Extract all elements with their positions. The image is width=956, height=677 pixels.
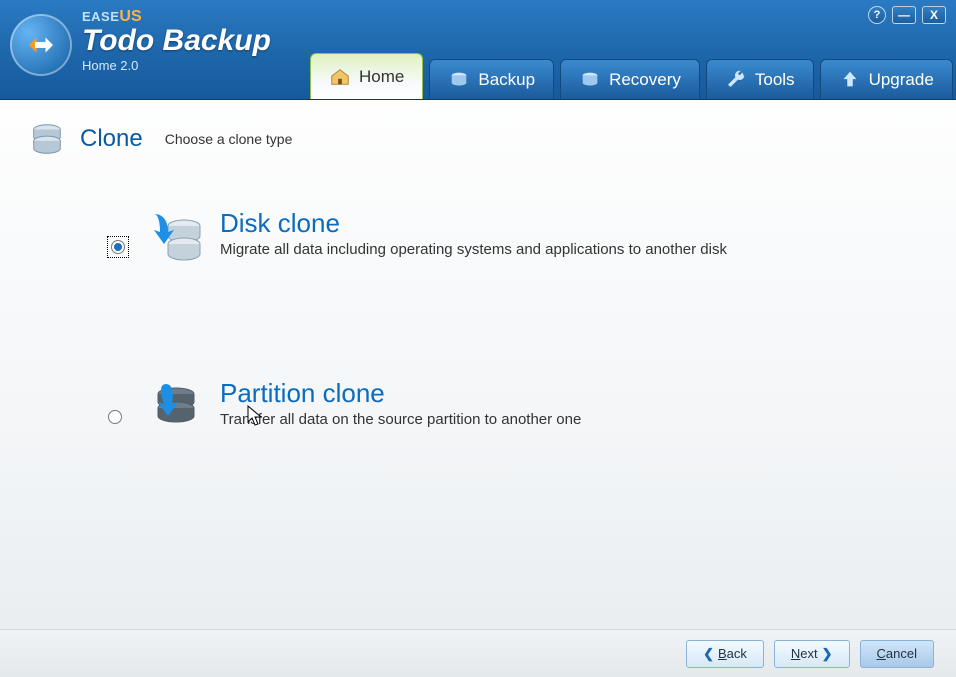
option-partition-clone[interactable]: Partition clone Transfer all data on the…: [108, 378, 928, 438]
option-title: Disk clone: [220, 208, 727, 239]
stacked-disks-icon: [28, 120, 66, 158]
tab-label: Backup: [478, 70, 535, 90]
next-button[interactable]: Next ❯: [774, 640, 850, 668]
option-disk-clone[interactable]: Disk clone Migrate all data including op…: [108, 208, 928, 268]
tab-tools[interactable]: Tools: [706, 59, 814, 99]
chevron-left-icon: ❮: [703, 646, 714, 662]
tab-label: Home: [359, 67, 404, 87]
option-title: Partition clone: [220, 378, 581, 409]
clone-options: Disk clone Migrate all data including op…: [108, 208, 928, 438]
tab-backup[interactable]: Backup: [429, 59, 554, 99]
option-desc: Transfer all data on the source partitio…: [220, 411, 581, 428]
page-subtitle: Choose a clone type: [165, 131, 293, 147]
disk-clone-radio[interactable]: [111, 240, 125, 254]
disk-clone-icon: [144, 208, 204, 268]
window-controls: ? — X: [868, 6, 946, 24]
wrench-icon: [725, 69, 747, 91]
tab-home[interactable]: Home: [310, 53, 423, 99]
page-header: Clone Choose a clone type: [28, 120, 928, 158]
cancel-button[interactable]: Cancel: [860, 640, 934, 668]
sync-arrows-icon: [23, 27, 59, 63]
brand-us: US: [119, 8, 141, 25]
brand-version: Home 2.0: [82, 58, 271, 73]
brand-ease: EASE: [82, 9, 119, 24]
radio-holder: [108, 237, 128, 257]
main-tabs: Home Backup Recovery Tools Upgrade: [310, 49, 948, 99]
close-button[interactable]: X: [922, 6, 946, 24]
tab-label: Recovery: [609, 70, 681, 90]
disk-icon: [448, 69, 470, 91]
tab-recovery[interactable]: Recovery: [560, 59, 700, 99]
app-logo: [10, 14, 72, 76]
page-title: Clone: [80, 125, 143, 153]
tab-label: Tools: [755, 70, 795, 90]
back-button[interactable]: ❮ Back: [686, 640, 764, 668]
radio-holder: [108, 410, 128, 430]
minimize-button[interactable]: —: [892, 6, 916, 24]
app-banner: EASEUS Todo Backup Home 2.0 ? — X Home B…: [0, 0, 956, 100]
tab-upgrade[interactable]: Upgrade: [820, 59, 953, 99]
tab-label: Upgrade: [869, 70, 934, 90]
chevron-right-icon: ❯: [822, 646, 833, 662]
option-desc: Migrate all data including operating sys…: [220, 241, 727, 258]
main-panel: Clone Choose a clone type Disk clone Mig…: [0, 100, 956, 677]
house-icon: [329, 66, 351, 88]
partition-clone-radio[interactable]: [108, 410, 122, 424]
help-button[interactable]: ?: [868, 6, 886, 24]
up-arrow-icon: [839, 69, 861, 91]
brand-block: EASEUS Todo Backup Home 2.0: [82, 8, 271, 73]
partition-clone-icon: [144, 378, 204, 438]
wizard-footer: ❮ Back Next ❯ Cancel: [0, 629, 956, 677]
brand-title: Todo Backup: [82, 26, 271, 56]
disk-icon: [579, 69, 601, 91]
